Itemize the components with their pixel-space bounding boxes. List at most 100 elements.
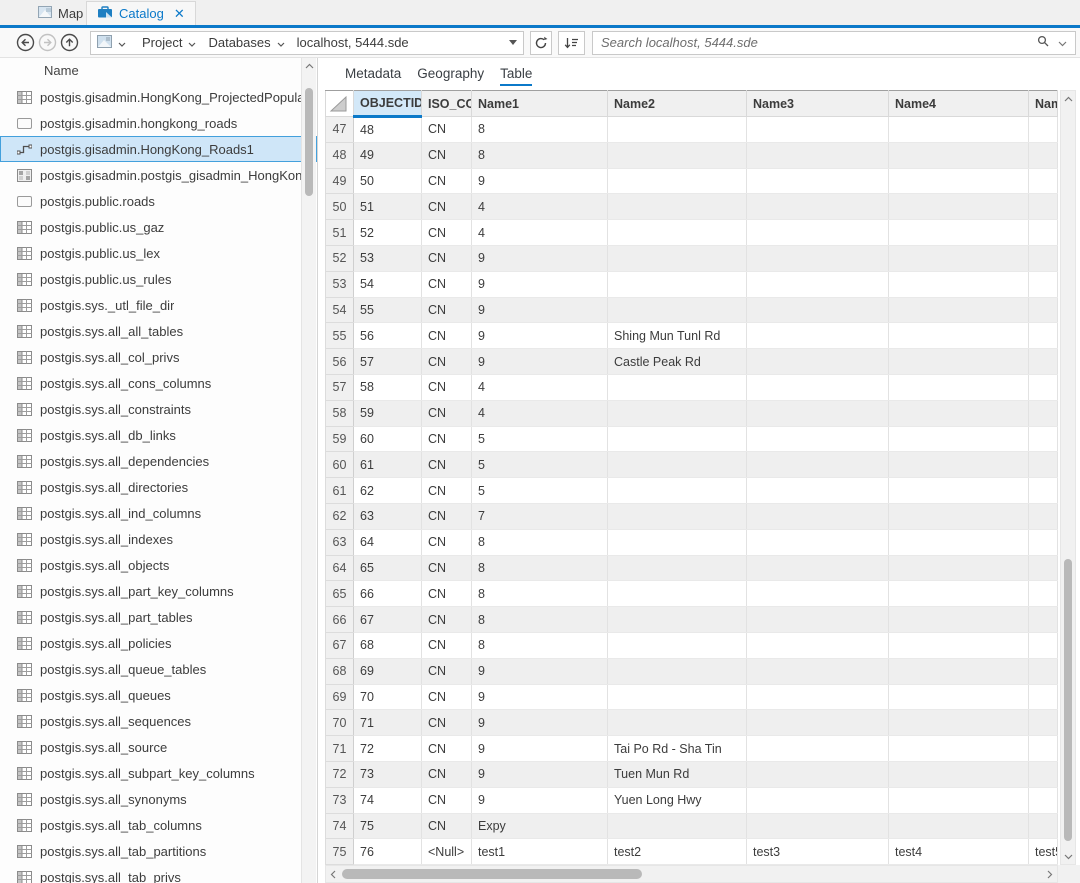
table-cell[interactable] [747, 581, 889, 607]
table-cell[interactable] [1029, 813, 1058, 839]
table-cell[interactable]: CN [422, 374, 472, 400]
table-cell[interactable] [608, 117, 747, 143]
column-header[interactable]: ISO_CC [422, 91, 472, 117]
list-item[interactable]: postgis.public.us_lex [0, 240, 317, 266]
table-cell[interactable]: CN [422, 400, 472, 426]
list-item[interactable]: postgis.sys.all_part_key_columns [0, 578, 317, 604]
table-cell[interactable]: CN [422, 813, 472, 839]
table-cell[interactable] [889, 426, 1029, 452]
list-item[interactable]: postgis.sys.all_constraints [0, 396, 317, 422]
table-cell[interactable] [747, 761, 889, 787]
table-cell[interactable]: 76 [354, 839, 422, 865]
table-cell[interactable] [1029, 787, 1058, 813]
table-cell[interactable]: 8 [472, 632, 608, 658]
table-cell[interactable] [1029, 297, 1058, 323]
table-cell[interactable]: 56 [354, 323, 422, 349]
table-cell[interactable]: CN [422, 607, 472, 633]
table-cell[interactable] [608, 271, 747, 297]
table-cell[interactable]: 9 [472, 271, 608, 297]
search-icon[interactable] [1036, 34, 1050, 51]
table-cell[interactable]: 49 [354, 142, 422, 168]
table-cell[interactable]: 9 [472, 168, 608, 194]
table-cell[interactable]: CN [422, 529, 472, 555]
table-cell[interactable]: 65 [354, 555, 422, 581]
table-cell[interactable] [889, 581, 1029, 607]
list-item[interactable]: postgis.sys.all_col_privs [0, 344, 317, 370]
up-button[interactable] [60, 33, 79, 52]
table-cell[interactable] [1029, 374, 1058, 400]
table-cell[interactable]: 68 [354, 632, 422, 658]
row-number-cell[interactable]: 67 [326, 632, 354, 658]
row-number-cell[interactable]: 75 [326, 839, 354, 865]
table-cell[interactable] [747, 297, 889, 323]
table-cell[interactable] [608, 478, 747, 504]
table-cell[interactable]: CN [422, 168, 472, 194]
table-cell[interactable] [608, 529, 747, 555]
list-item[interactable]: postgis.sys.all_queues [0, 682, 317, 708]
row-number-cell[interactable]: 53 [326, 271, 354, 297]
table-cell[interactable] [889, 271, 1029, 297]
list-item[interactable]: postgis.public.us_rules [0, 266, 317, 292]
table-cell[interactable]: test5 [1029, 839, 1058, 865]
table-cell[interactable]: 9 [472, 684, 608, 710]
row-number-cell[interactable]: 65 [326, 581, 354, 607]
row-number-cell[interactable]: 48 [326, 142, 354, 168]
column-header[interactable]: Name4 [889, 91, 1029, 117]
table-cell[interactable] [1029, 736, 1058, 762]
table-cell[interactable] [747, 142, 889, 168]
table-cell[interactable]: CN [422, 194, 472, 220]
table-cell[interactable] [747, 220, 889, 246]
table-cell[interactable] [747, 426, 889, 452]
sort-button[interactable] [558, 31, 585, 55]
back-button[interactable] [16, 33, 35, 52]
table-cell[interactable]: Yuen Long Hwy [608, 787, 747, 813]
table-cell[interactable]: CN [422, 271, 472, 297]
table-cell[interactable] [608, 194, 747, 220]
row-number-cell[interactable]: 61 [326, 478, 354, 504]
table-cell[interactable]: CN [422, 658, 472, 684]
row-number-cell[interactable]: 70 [326, 710, 354, 736]
table-cell[interactable] [608, 581, 747, 607]
table-cell[interactable] [608, 607, 747, 633]
location-breadcrumb[interactable]: Project Databases localhost, 5444.sde [90, 31, 524, 55]
table-cell[interactable]: 61 [354, 452, 422, 478]
list-item[interactable]: postgis.gisadmin.HongKong_ProjectedPopul… [0, 84, 317, 110]
table-cell[interactable] [1029, 658, 1058, 684]
table-cell[interactable]: CN [422, 684, 472, 710]
table-cell[interactable] [747, 323, 889, 349]
table-cell[interactable]: 50 [354, 168, 422, 194]
list-item[interactable]: postgis.sys.all_subpart_key_columns [0, 760, 317, 786]
table-cell[interactable] [747, 555, 889, 581]
table-cell[interactable]: 9 [472, 323, 608, 349]
breadcrumb-dropdown-icon[interactable] [509, 40, 517, 45]
table-cell[interactable]: 57 [354, 349, 422, 375]
table-cell[interactable]: CN [422, 503, 472, 529]
table-cell[interactable] [1029, 607, 1058, 633]
list-item[interactable]: postgis.gisadmin.HongKong_Roads1 [0, 136, 317, 162]
table-cell[interactable]: CN [422, 323, 472, 349]
list-item[interactable]: postgis.sys.all_cons_columns [0, 370, 317, 396]
table-cell[interactable] [608, 684, 747, 710]
table-cell[interactable] [889, 658, 1029, 684]
table-cell[interactable] [747, 400, 889, 426]
table-cell[interactable] [608, 710, 747, 736]
table-cell[interactable] [889, 194, 1029, 220]
forward-button[interactable] [38, 33, 57, 52]
table-cell[interactable]: 4 [472, 194, 608, 220]
table-cell[interactable]: CN [422, 297, 472, 323]
table-cell[interactable]: CN [422, 117, 472, 143]
list-item[interactable]: postgis.sys.all_sequences [0, 708, 317, 734]
scroll-right-icon[interactable] [1043, 866, 1057, 882]
table-cell[interactable]: 60 [354, 426, 422, 452]
table-cell[interactable] [889, 452, 1029, 478]
table-cell[interactable] [747, 245, 889, 271]
table-cell[interactable]: 71 [354, 710, 422, 736]
table-cell[interactable]: test3 [747, 839, 889, 865]
table-cell[interactable] [889, 813, 1029, 839]
table-horizontal-scrollbar[interactable] [325, 865, 1058, 883]
table-cell[interactable]: 58 [354, 374, 422, 400]
table-cell[interactable]: 8 [472, 142, 608, 168]
breadcrumb-project[interactable]: Project [142, 35, 182, 50]
table-cell[interactable] [608, 297, 747, 323]
table-cell[interactable]: 7 [472, 503, 608, 529]
